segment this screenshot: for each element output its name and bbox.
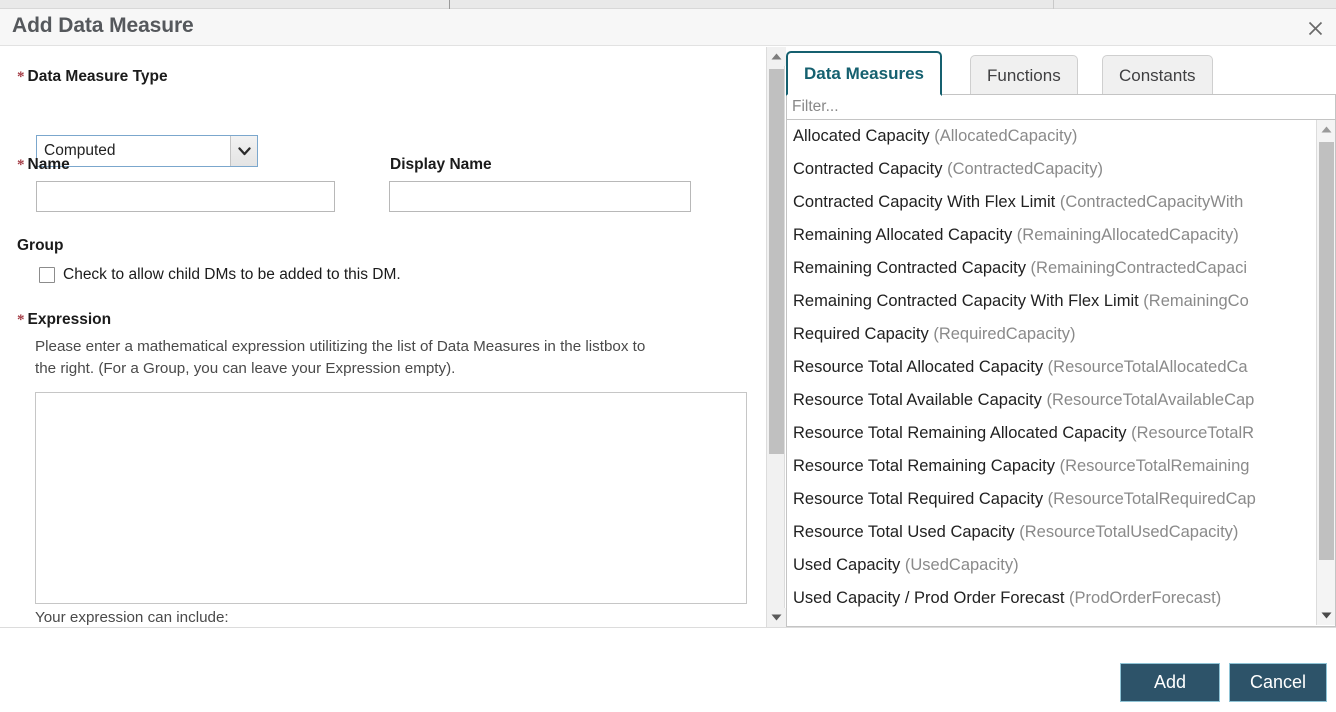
required-marker: * <box>17 312 25 328</box>
list-scrollbar[interactable] <box>1316 120 1335 625</box>
form-pane: *Data Measure Type Computed *Name Displa… <box>0 47 766 627</box>
cancel-button[interactable]: Cancel <box>1229 663 1327 702</box>
list-item-code: (ProdOrderForecast) <box>1069 589 1221 607</box>
triangle-down-icon[interactable] <box>767 608 786 627</box>
list-item-name: Remaining Contracted Capacity With Flex … <box>793 292 1143 310</box>
list-item-name: Contracted Capacity With Flex Limit <box>793 193 1060 211</box>
tab-label: Constants <box>1119 66 1196 86</box>
name-label: *Name <box>17 156 70 174</box>
list-item-code: (AllocatedCapacity) <box>934 127 1077 145</box>
add-data-measure-dialog: Add Data Measure *Data Measure Type Comp… <box>0 9 1336 712</box>
list-item[interactable]: Required Capacity (RequiredCapacity) <box>787 318 1317 351</box>
list-item-code: (RemainingContractedCapaci <box>1031 259 1247 277</box>
group-label: Group <box>17 237 64 255</box>
chevron-down-icon <box>230 136 257 166</box>
dialog-footer: Add Cancel <box>0 627 1336 712</box>
list-item-code: (ContractedCapacity) <box>947 160 1103 178</box>
list-item[interactable]: Resource Total Allocated Capacity (Resou… <box>787 351 1317 384</box>
list-item-code: (ResourceTotalR <box>1131 424 1254 442</box>
tab-label: Data Measures <box>804 64 924 84</box>
list-item[interactable]: Used Capacity (UsedCapacity) <box>787 549 1317 582</box>
list-item[interactable]: Contracted Capacity (ContractedCapacity) <box>787 153 1317 186</box>
tab-label: Functions <box>987 66 1061 86</box>
list-item-code: (ResourceTotalUsedCapacity) <box>1019 523 1238 541</box>
group-checkbox-label: Check to allow child DMs to be added to … <box>63 266 401 284</box>
list-item-name: Used Capacity <box>793 556 905 574</box>
list-item[interactable]: Resource Total Used Capacity (ResourceTo… <box>787 516 1317 549</box>
background-column-divider <box>449 0 450 9</box>
tab-functions[interactable]: Functions <box>970 55 1078 96</box>
display-name-label: Display Name <box>390 156 492 174</box>
list-item-code: (ContractedCapacityWith <box>1060 193 1243 211</box>
tab-data-measures[interactable]: Data Measures <box>786 51 942 96</box>
dialog-title: Add Data Measure <box>12 14 194 38</box>
list-item-name: Required Capacity <box>793 325 933 343</box>
list-item[interactable]: Remaining Allocated Capacity (RemainingA… <box>787 219 1317 252</box>
list-item-name: Contracted Capacity <box>793 160 947 178</box>
group-checkbox[interactable] <box>39 267 55 283</box>
list-scroll-thumb[interactable] <box>1319 142 1334 560</box>
expression-textarea[interactable] <box>35 392 747 604</box>
background-app-strip <box>0 0 1336 9</box>
list-item[interactable]: Resource Total Available Capacity (Resou… <box>787 384 1317 417</box>
list-item[interactable]: Resource Total Remaining Allocated Capac… <box>787 417 1317 450</box>
list-item-code: (RequiredCapacity) <box>933 325 1075 343</box>
list-item-name: Resource Total Required Capacity <box>793 490 1048 508</box>
tab-strip: Data Measures Functions Constants <box>786 51 1336 97</box>
close-icon[interactable] <box>1302 15 1328 41</box>
list-item-code: (ResourceTotalAvailableCap <box>1046 391 1254 409</box>
dialog-header: Add Data Measure <box>0 9 1336 46</box>
group-checkbox-row[interactable]: Check to allow child DMs to be added to … <box>39 266 401 284</box>
list-item[interactable]: Allocated Capacity (AllocatedCapacity) <box>787 120 1317 153</box>
display-name-input[interactable] <box>389 181 691 212</box>
name-input[interactable] <box>36 181 335 212</box>
data-measure-type-label: *Data Measure Type <box>17 68 168 86</box>
list-item-name: Used Capacity / Prod Order Forecast <box>793 589 1069 607</box>
triangle-down-icon[interactable] <box>1317 606 1336 625</box>
form-pane-scrollbar[interactable] <box>766 47 785 627</box>
tab-constants[interactable]: Constants <box>1102 55 1213 96</box>
triangle-up-icon[interactable] <box>1317 120 1336 139</box>
list-item-name: Allocated Capacity <box>793 127 934 145</box>
data-measures-listbox[interactable]: Allocated Capacity (AllocatedCapacity)Co… <box>786 120 1336 627</box>
list-item-code: (ResourceTotalRemaining <box>1060 457 1250 475</box>
list-item-name: Resource Total Remaining Capacity <box>793 457 1060 475</box>
list-item-code: (UsedCapacity) <box>905 556 1019 574</box>
add-button[interactable]: Add <box>1120 663 1220 702</box>
required-marker: * <box>17 157 25 173</box>
list-item-name: Resource Total Allocated Capacity <box>793 358 1048 376</box>
form-pane-scroll-thumb[interactable] <box>769 69 784 454</box>
expression-help-text: Please enter a mathematical expression u… <box>35 336 655 380</box>
list-item-name: Remaining Allocated Capacity <box>793 226 1017 244</box>
data-measures-list: Allocated Capacity (AllocatedCapacity)Co… <box>787 120 1317 627</box>
list-item[interactable]: Remaining Contracted Capacity With Flex … <box>787 285 1317 318</box>
list-item-code: (RemainingAllocatedCapacity) <box>1017 226 1239 244</box>
filter-input[interactable] <box>786 94 1336 120</box>
list-item-code: (ResourceTotalRequiredCap <box>1048 490 1256 508</box>
triangle-up-icon[interactable] <box>767 47 786 66</box>
required-marker: * <box>17 69 25 85</box>
expression-label: *Expression <box>17 311 111 329</box>
list-item[interactable]: Resource Total Required Capacity (Resour… <box>787 483 1317 516</box>
dialog-body: *Data Measure Type Computed *Name Displa… <box>0 47 1336 627</box>
list-item-name: Resource Total Available Capacity <box>793 391 1046 409</box>
list-item-name: Resource Total Used Capacity <box>793 523 1019 541</box>
expression-footer-note: Your expression can include: <box>35 609 229 626</box>
list-item[interactable]: Contracted Capacity With Flex Limit (Con… <box>787 186 1317 219</box>
list-item-name: Resource Total Remaining Allocated Capac… <box>793 424 1131 442</box>
list-item[interactable]: Used Capacity / Prod Order Forecast (Pro… <box>787 582 1317 615</box>
background-column-divider-2 <box>1053 0 1054 9</box>
list-item[interactable]: Resource Total Remaining Capacity (Resou… <box>787 450 1317 483</box>
list-item-name: Remaining Contracted Capacity <box>793 259 1031 277</box>
list-item[interactable]: Remaining Contracted Capacity (Remaining… <box>787 252 1317 285</box>
list-item-code: (ResourceTotalAllocatedCa <box>1048 358 1248 376</box>
list-item-code: (RemainingCo <box>1143 292 1248 310</box>
measures-panel: Data Measures Functions Constants Alloca… <box>786 47 1336 627</box>
